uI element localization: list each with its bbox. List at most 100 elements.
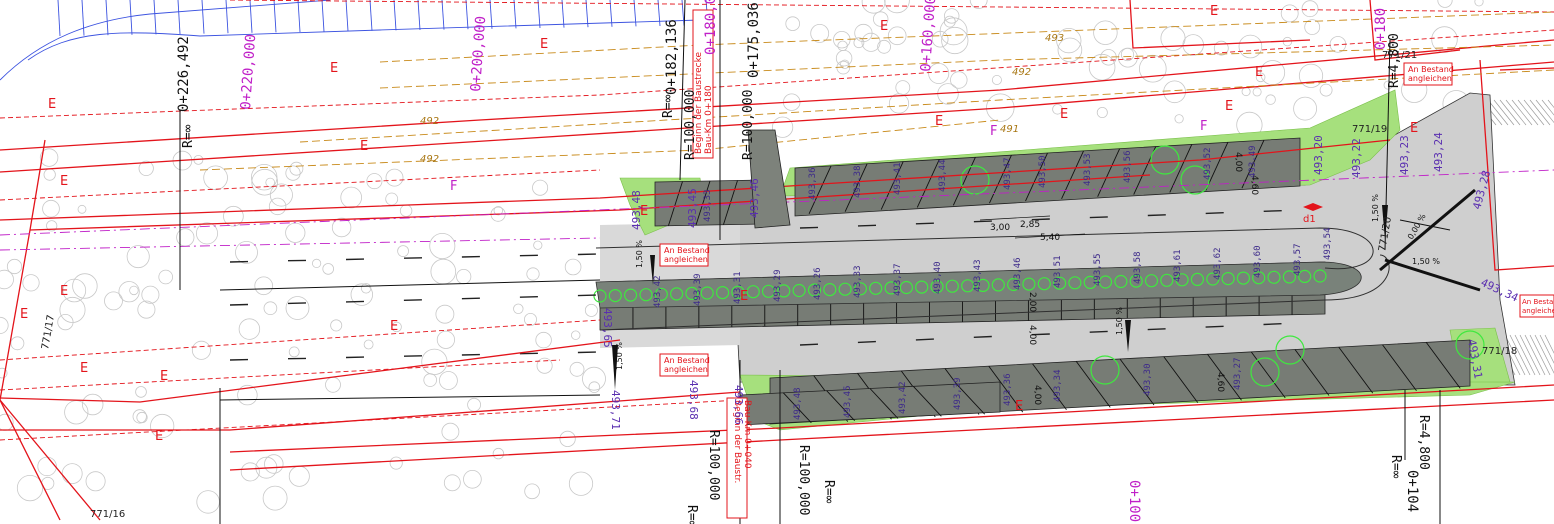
tree-symbol bbox=[582, 366, 606, 391]
parking-elevation: 493,34 bbox=[1053, 369, 1063, 402]
parcel-1: 771/16 bbox=[90, 509, 125, 520]
match-4-line2: angleichen bbox=[1522, 307, 1554, 315]
parcel-3: 771/18 bbox=[1482, 346, 1517, 357]
parking-elevation: 493,33 bbox=[853, 265, 863, 298]
elev-13: 493,46 bbox=[748, 178, 761, 218]
tree-symbol bbox=[569, 361, 585, 377]
boundary-letter: E bbox=[80, 361, 88, 376]
station-5: 0+175,036 bbox=[746, 2, 762, 78]
station-3: 0+182,136 bbox=[664, 19, 680, 95]
tree-symbol bbox=[950, 71, 968, 89]
lane-dash bbox=[345, 300, 365, 303]
tree-symbol bbox=[265, 177, 276, 188]
parking-elevation: 493,29 bbox=[773, 269, 783, 302]
tree-symbol bbox=[1238, 34, 1263, 59]
start-top-line2: Bau-Km 0+180 bbox=[704, 85, 714, 154]
boundary-letter: E bbox=[60, 174, 68, 189]
hatch-stroke bbox=[1499, 99, 1521, 126]
tree-symbol bbox=[176, 228, 195, 247]
parcel-2: 771/19 bbox=[1352, 124, 1387, 135]
contour-2: 492 bbox=[420, 116, 439, 127]
tree-symbol bbox=[1437, 0, 1453, 8]
tree-symbol bbox=[269, 183, 293, 207]
tree-symbol bbox=[438, 371, 458, 390]
dim-3: 4,00 bbox=[1233, 152, 1243, 172]
parking-elevation: 493,58 bbox=[1133, 251, 1143, 284]
lane-dash bbox=[973, 220, 992, 223]
boundary-letter: E bbox=[1255, 65, 1263, 80]
boundary-letter: E bbox=[155, 429, 163, 444]
tree-symbol bbox=[385, 192, 399, 206]
radius-9: R=∞ bbox=[1388, 455, 1403, 479]
tree-symbol bbox=[42, 199, 60, 218]
boundary-letter: E bbox=[1410, 121, 1418, 136]
blue-tick bbox=[273, 0, 277, 33]
tree-symbol bbox=[254, 276, 274, 296]
elev-11: 493,65 bbox=[601, 308, 614, 348]
boundary-letter: E bbox=[330, 61, 338, 76]
parking-elevation: 493,38 bbox=[853, 165, 863, 198]
tree-symbol bbox=[61, 463, 83, 485]
tree-symbol bbox=[129, 285, 139, 296]
parking-elevation: 493,47 bbox=[1003, 157, 1013, 190]
tree-symbol bbox=[126, 245, 150, 269]
lane-dash bbox=[1263, 210, 1282, 212]
hatch-stroke bbox=[1541, 99, 1554, 116]
tree-symbol bbox=[1474, 0, 1484, 7]
boundary-letter: E bbox=[160, 369, 168, 384]
blue-tick bbox=[393, 0, 397, 31]
tree-symbol bbox=[1093, 20, 1118, 45]
match-1-line1: An Bestand bbox=[664, 246, 710, 255]
radius-5: R=100,000 bbox=[706, 430, 721, 500]
hatch-stroke bbox=[1493, 99, 1515, 126]
slope-0: 1,50 % bbox=[635, 240, 644, 268]
contour-1: 492 bbox=[1012, 67, 1031, 78]
tree-symbol bbox=[1252, 87, 1262, 97]
parking-elevation: 493,50 bbox=[1038, 155, 1048, 188]
tree-symbol bbox=[943, 15, 956, 28]
elev-3: 493,24 bbox=[1432, 132, 1445, 172]
tree-symbol bbox=[837, 40, 848, 52]
parking-elevation: 493,52 bbox=[1203, 147, 1213, 180]
tree-symbol bbox=[1088, 53, 1116, 81]
tree-symbol bbox=[492, 447, 505, 460]
dim-8: 4,00 bbox=[1032, 385, 1042, 405]
dim-6: 4,00 bbox=[1027, 325, 1037, 345]
tree-symbol bbox=[289, 161, 304, 176]
tree-symbol bbox=[262, 485, 288, 511]
tree-symbol bbox=[463, 469, 482, 489]
tree-symbol bbox=[288, 465, 310, 487]
tree-symbol bbox=[568, 471, 594, 496]
parking-elevation: 493,45 bbox=[843, 385, 853, 418]
station-4: 0+180,000 bbox=[703, 0, 719, 55]
tree-symbol bbox=[429, 232, 456, 259]
tree-symbol bbox=[526, 267, 540, 281]
dim-5: 2,00 bbox=[1027, 292, 1037, 312]
tree-symbol bbox=[435, 304, 455, 324]
tree-symbol bbox=[1118, 47, 1138, 68]
contour-3: 492 bbox=[420, 154, 439, 165]
blue-tick bbox=[129, 0, 133, 35]
tree-symbol bbox=[158, 269, 174, 285]
blue-tick bbox=[489, 0, 493, 29]
contour-0: 493 bbox=[1045, 33, 1064, 44]
match-3-line1: An Bestand bbox=[1408, 65, 1454, 74]
tree-symbol bbox=[43, 168, 56, 181]
parking-elevation: 493,51 bbox=[1053, 255, 1063, 288]
tree-symbol bbox=[991, 75, 1002, 86]
lane-dash bbox=[1089, 330, 1108, 333]
tree-symbol bbox=[941, 26, 969, 55]
elev-0: 493,20 bbox=[1312, 135, 1325, 175]
tree-symbol bbox=[559, 430, 576, 447]
tree-symbol bbox=[456, 268, 472, 285]
tree-symbol bbox=[118, 281, 140, 303]
hatch-stroke bbox=[1523, 99, 1545, 126]
hatch-stroke bbox=[1529, 334, 1551, 376]
station-8: 0+100 bbox=[1126, 480, 1142, 522]
tree-symbol bbox=[467, 397, 482, 412]
match-label-3: An Bestand angleichen bbox=[1403, 62, 1454, 86]
radius-7: R=∞ bbox=[821, 480, 836, 504]
tree-symbol bbox=[191, 340, 211, 360]
parking-elevation: 493,37 bbox=[893, 263, 903, 296]
blue-tick bbox=[441, 0, 445, 30]
